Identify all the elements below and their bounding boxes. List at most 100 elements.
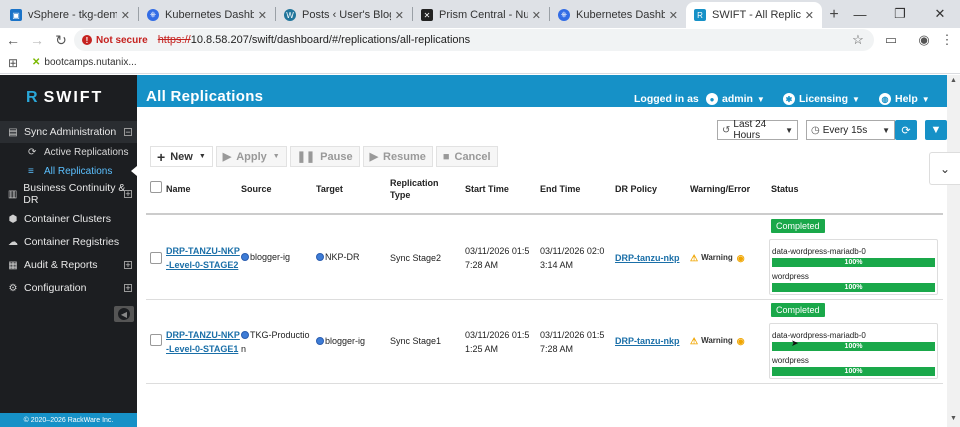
help-menu[interactable]: ◍ Help ▼: [879, 93, 930, 105]
profile-icon[interactable]: ◉: [913, 28, 935, 52]
url-input[interactable]: ! Not secure https:// 10.8.58.207/swift/…: [74, 29, 874, 51]
swift-logo: R SWIFT: [26, 89, 103, 107]
browser-tab-swift[interactable]: R SWIFT - All Replications ✕: [686, 2, 822, 28]
pause-button[interactable]: ❚❚ Pause: [289, 146, 360, 167]
browser-tab-vsphere[interactable]: ▣ vSphere - tkg-demo-cluster ✕: [2, 2, 138, 28]
back-icon[interactable]: ←: [1, 32, 25, 48]
user-menu[interactable]: ● admin ▼: [706, 93, 765, 105]
stop-icon: ■: [442, 150, 450, 163]
table-row[interactable]: DRP-TANZU-NKP -Level-0-STAGE1 TKG-Produc…: [146, 300, 943, 384]
apply-button[interactable]: ▶ Apply ▼: [215, 146, 287, 167]
cluster-icon: [241, 253, 249, 261]
col-header-target[interactable]: Target: [316, 183, 343, 195]
cluster-icon: [241, 331, 249, 339]
warning-cell[interactable]: ⚠ Warning ◉: [690, 251, 745, 265]
eye-icon[interactable]: ◉: [737, 251, 745, 265]
row-checkbox[interactable]: [150, 252, 162, 264]
user-name: admin: [722, 93, 753, 105]
url-scheme: https://: [157, 34, 191, 46]
sidebar-item-active-replications[interactable]: ⟳ Active Replications: [0, 142, 137, 162]
cancel-button[interactable]: ■ Cancel: [435, 146, 498, 167]
user-icon: ●: [706, 93, 718, 105]
expand-section-icon[interactable]: +: [124, 284, 132, 293]
cluster-icon: [316, 253, 324, 261]
close-icon[interactable]: ✕: [395, 9, 404, 22]
expand-section-icon[interactable]: +: [124, 261, 132, 270]
close-icon[interactable]: ✕: [258, 9, 267, 22]
expand-section-icon[interactable]: +: [124, 190, 132, 199]
warning-cell[interactable]: ⚠ Warning ◉: [690, 334, 745, 348]
not-secure-badge[interactable]: ! Not secure: [82, 35, 148, 46]
col-header-warning-error[interactable]: Warning/Error: [690, 183, 750, 195]
sidebar-item-business-continuity[interactable]: ▥ Business Continuity & DR +: [0, 182, 137, 206]
col-header-source[interactable]: Source: [241, 183, 272, 195]
eye-icon[interactable]: ◉: [737, 334, 745, 348]
dr-policy-link[interactable]: DRP-tanzu-nkp: [615, 334, 680, 348]
col-header-start-time[interactable]: Start Time: [465, 183, 509, 195]
replication-name-link[interactable]: DRP-TANZU-NKP -Level-0-STAGE1: [166, 328, 240, 356]
table-row[interactable]: DRP-TANZU-NKP -Level-0-STAGE2 blogger-ig…: [146, 215, 943, 300]
filter-button[interactable]: ▼: [925, 120, 947, 140]
close-icon[interactable]: ✕: [121, 9, 130, 22]
tab-label: Posts ‹ User's Blog! — WordPress: [302, 9, 391, 21]
sidebar-item-container-clusters[interactable]: ⬢ Container Clusters: [0, 208, 137, 230]
col-header-name[interactable]: Name: [166, 183, 191, 195]
bookmarks-bar: ⊞ ✕ bootcamps.nutanix...: [0, 52, 960, 74]
browser-tab-kubernetes-2[interactable]: ⎈ Kubernetes Dashboard ✕: [550, 2, 686, 28]
sidebar-item-all-replications[interactable]: ≡ All Replications: [0, 161, 137, 181]
scroll-up-arrow-icon[interactable]: ▲: [950, 77, 957, 84]
source-value-line1: TKG-Productio: [250, 330, 310, 340]
sidebar-item-container-registries[interactable]: ☁ Container Registries: [0, 231, 137, 253]
sidebar-item-audit-reports[interactable]: ▦ Audit & Reports +: [0, 254, 137, 276]
type-cell: Sync Stage2: [390, 253, 442, 263]
collapse-section-icon[interactable]: −: [124, 128, 132, 137]
scroll-down-arrow-icon[interactable]: ▼: [950, 415, 957, 422]
not-secure-label: Not secure: [96, 34, 148, 46]
browser-tab-kubernetes-1[interactable]: ⎈ Kubernetes Dashboard ✕: [139, 2, 275, 28]
expand-panel-button[interactable]: ⌄: [929, 152, 960, 185]
browser-tab-nutanix[interactable]: ✕ Prism Central - Nutanix ✕: [413, 2, 549, 28]
menu-kebab-icon[interactable]: ⋮: [936, 28, 958, 52]
target-value: NKP-DR: [325, 252, 360, 262]
col-header-dr-policy[interactable]: DR Policy: [615, 183, 657, 195]
forward-icon[interactable]: →: [25, 32, 49, 48]
select-all-checkbox[interactable]: [150, 181, 162, 193]
collapse-sidebar-button[interactable]: ◀: [114, 306, 134, 322]
chevron-down-icon: ▼: [852, 94, 860, 104]
minimize-icon[interactable]: —: [840, 0, 880, 28]
reload-icon[interactable]: ↻: [49, 32, 73, 49]
sidebar-item-configuration[interactable]: ⚙ Configuration +: [0, 277, 137, 299]
refresh-interval-select[interactable]: ◷ Every 15s ▼: [806, 120, 895, 140]
warning-label: Warning: [701, 253, 733, 262]
chevron-down-icon: ▼: [756, 94, 765, 104]
col-header-end-time[interactable]: End Time: [540, 183, 580, 195]
maximize-icon[interactable]: ❐: [880, 0, 920, 28]
close-window-icon[interactable]: ✕: [920, 0, 960, 28]
gears-icon: ⚙: [8, 282, 18, 294]
replication-name-link[interactable]: DRP-TANZU-NKP -Level-0-STAGE2: [166, 244, 240, 272]
col-header-replication-type[interactable]: Replication Type: [390, 177, 439, 201]
col-header-status[interactable]: Status: [771, 183, 799, 195]
browser-tab-wordpress[interactable]: W Posts ‹ User's Blog! — WordPress ✕: [276, 2, 412, 28]
globe-icon: ◍: [879, 93, 891, 105]
apps-grid-icon[interactable]: ⊞: [2, 56, 24, 70]
licensing-menu[interactable]: ✱ Licensing ▼: [783, 93, 860, 105]
refresh-button[interactable]: ⟳: [895, 120, 917, 140]
new-button[interactable]: + New ▼: [150, 146, 213, 167]
close-icon[interactable]: ✕: [669, 9, 678, 22]
bookmark-star-icon[interactable]: ☆: [847, 28, 869, 52]
close-icon[interactable]: ✕: [532, 9, 541, 22]
close-icon[interactable]: ✕: [805, 9, 814, 22]
kubernetes-favicon-icon: ⎈: [558, 9, 570, 21]
bookmark-bootcamps[interactable]: ✕ bootcamps.nutanix...: [32, 57, 137, 68]
resume-button[interactable]: ▶ Resume: [362, 146, 433, 167]
sidebar-item-sync-administration[interactable]: ▤ Sync Administration −: [0, 121, 137, 143]
row-checkbox[interactable]: [150, 334, 162, 346]
dr-policy-link[interactable]: DRP-tanzu-nkp: [615, 251, 680, 265]
tab-label: Kubernetes Dashboard: [576, 9, 665, 21]
cast-icon[interactable]: ▭: [880, 28, 902, 52]
time-range-select[interactable]: ↺ Last 24 Hours ▼: [717, 119, 798, 141]
page-scrollbar[interactable]: [947, 75, 960, 427]
sidebar-item-label: Active Replications: [44, 146, 129, 158]
replication-name-line1: DRP-TANZU-NKP: [166, 246, 240, 256]
